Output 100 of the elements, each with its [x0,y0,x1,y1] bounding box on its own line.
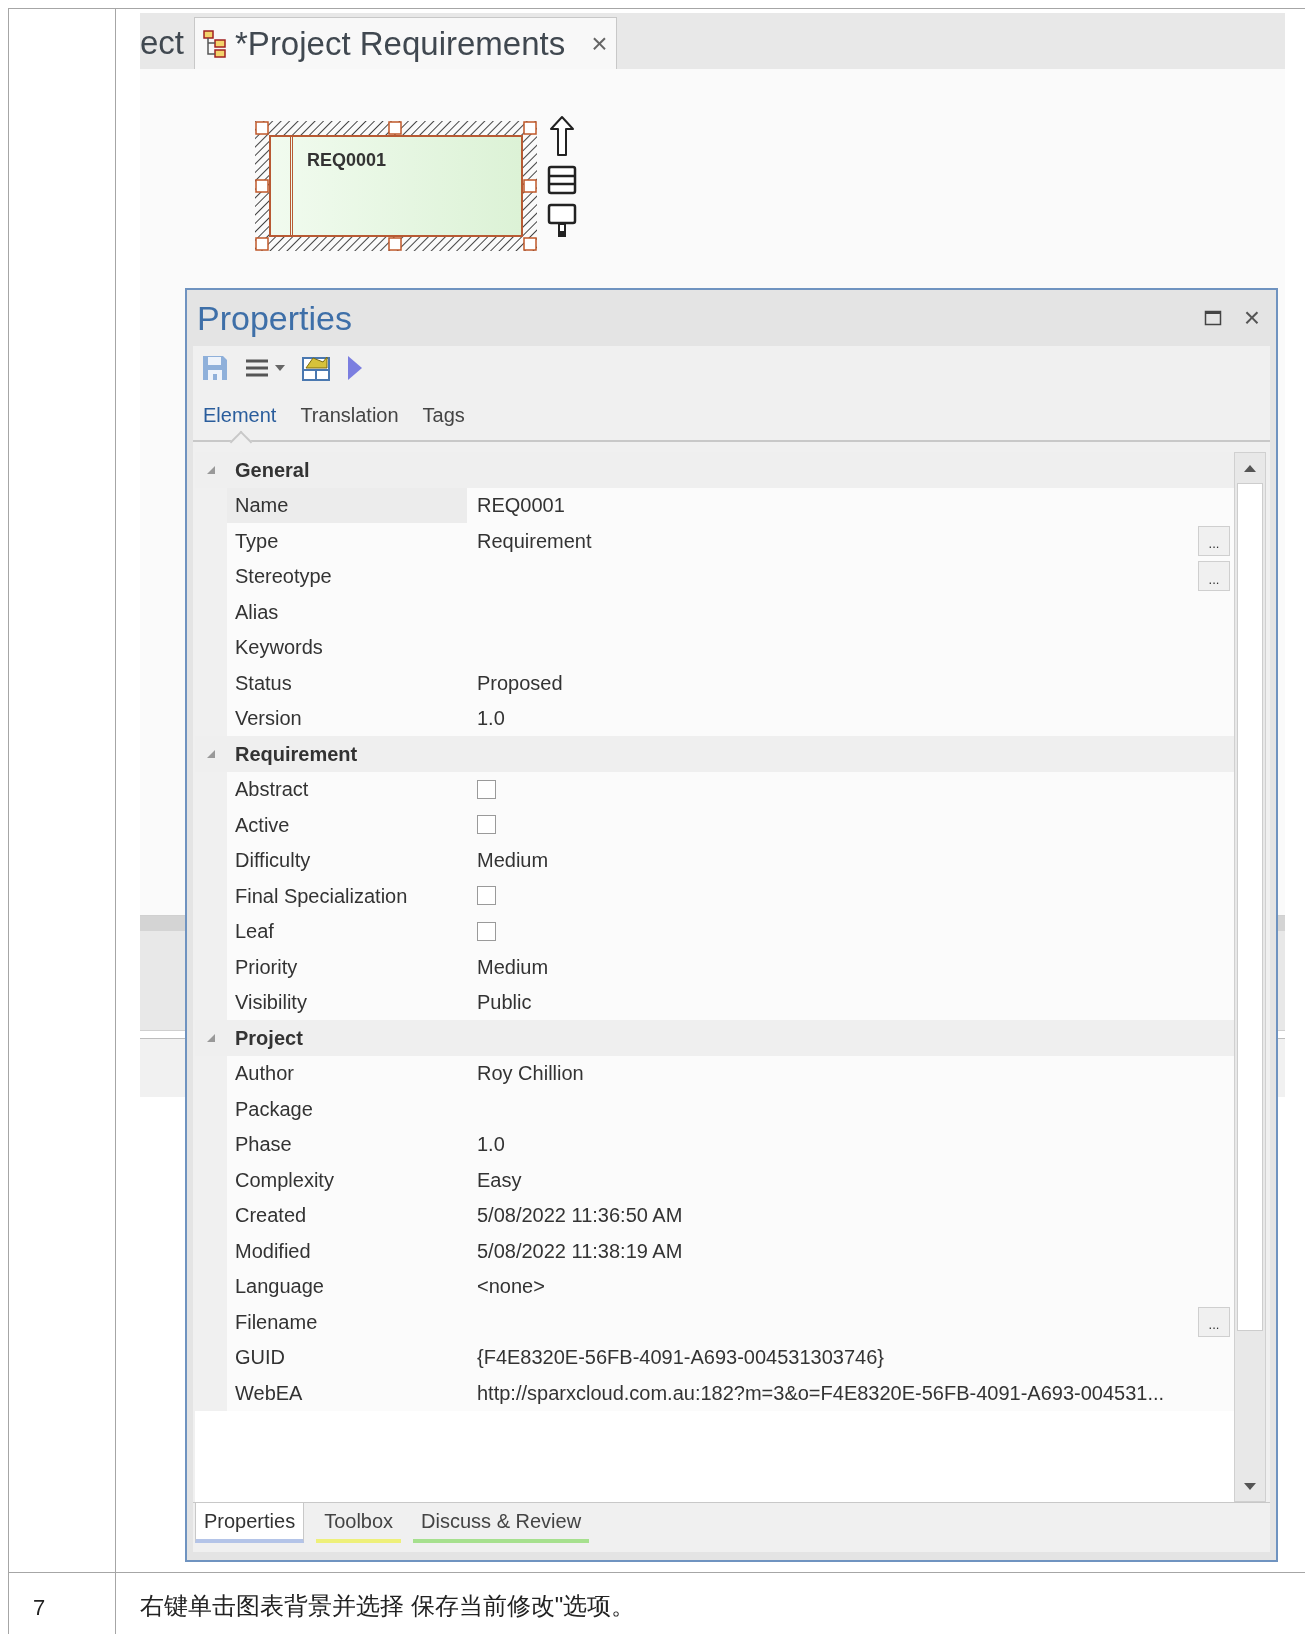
property-value: Proposed [477,670,563,696]
property-label[interactable]: Priority [227,949,467,985]
property-value: Requirement [477,528,592,554]
property-row[interactable]: Status Proposed [195,665,1234,701]
element-name: REQ0001 [306,149,387,172]
property-value: http://sparxcloud.com.au:182?m=3&o=F4E8320E-56FB-4091-A693-004531... [477,1380,1165,1406]
tab-label: ect [140,23,185,64]
property-row[interactable]: Leaf [195,913,1234,949]
panel-tab[interactable]: Translation [300,400,399,430]
property-row[interactable]: Complexity Easy [195,1162,1234,1198]
section-title: Requirement [234,741,358,767]
property-value: Roy Chillion [477,1061,584,1087]
brush-icon[interactable] [547,203,577,239]
property-value: Medium [477,954,549,980]
property-label[interactable]: Leaf [227,913,467,949]
property-label[interactable]: Difficulty [227,842,467,878]
checkbox[interactable] [477,815,496,835]
property-row[interactable]: Modified 5/08/2022 11:38:19 AM [195,1233,1234,1269]
property-value: 5/08/2022 11:38:19 AM [477,1238,683,1264]
property-row[interactable]: Visibility Public [195,984,1234,1020]
window-image-icon[interactable] [301,354,331,382]
scroll-thumb[interactable] [1237,483,1263,1331]
checkbox[interactable] [477,779,496,799]
property-row[interactable]: Created 5/08/2022 11:36:50 AM [195,1197,1234,1233]
property-row[interactable]: Package [195,1091,1234,1127]
property-row[interactable]: GUID {F4E8320E-56FB-4091-A693-004531303746} [195,1339,1234,1375]
property-row[interactable]: Keywords [195,629,1234,665]
property-row[interactable]: Filename ... [195,1304,1234,1340]
caret-icon[interactable] [275,365,285,371]
tab-label: *Project Requirements [235,23,566,64]
collapse-icon[interactable] [206,464,216,475]
property-value: {F4E8320E-56FB-4091-A693-004531303746} [477,1345,884,1371]
property-label[interactable]: Package [227,1091,467,1127]
instruction-text: 右键单击图表背景并选择 保存当前修改"选项。 [140,1591,636,1621]
ellipsis-button[interactable]: ... [1198,561,1230,592]
property-label[interactable]: Phase [227,1126,467,1162]
property-row[interactable]: WebEA http://sparxcloud.com.au:182?m=3&o=F4E8320E-56FB-4091-A693-004531... [195,1375,1234,1411]
property-row[interactable]: Language <none> [195,1268,1234,1304]
property-row[interactable]: Alias [195,594,1234,630]
section-header[interactable]: Requirement [195,736,1234,772]
property-row[interactable]: Final Specialization [195,878,1234,914]
panel-tab[interactable]: Tags [422,400,465,430]
property-row[interactable]: Difficulty Medium [195,842,1234,878]
bottom-tab[interactable]: Properties [195,1503,305,1543]
property-label[interactable]: Type [227,523,467,559]
play-icon[interactable] [347,355,363,381]
checkbox[interactable] [477,921,496,941]
property-label[interactable]: Abstract [227,771,467,807]
ellipsis-button[interactable]: ... [1198,1306,1230,1337]
ellipsis-button[interactable]: ... [1198,525,1230,556]
collapse-icon[interactable] [206,748,216,759]
up-arrow-icon[interactable] [549,115,575,157]
property-row[interactable]: Active [195,807,1234,843]
window-title: Properties [197,297,352,339]
close-icon[interactable]: × [1243,297,1260,339]
property-label[interactable]: Language [227,1268,467,1304]
property-row[interactable]: Abstract [195,771,1234,807]
property-label[interactable]: Modified [227,1233,467,1269]
property-label[interactable]: Stereotype [227,558,467,594]
property-row[interactable]: Author Roy Chillion [195,1055,1234,1091]
property-label[interactable]: Complexity [227,1162,467,1198]
property-row[interactable]: Phase 1.0 [195,1126,1234,1162]
collapse-icon[interactable] [206,1032,216,1043]
step-number: 7 [33,1594,46,1622]
section-header[interactable]: Project [195,1020,1234,1056]
bottom-tab[interactable]: Discuss & Review [413,1503,590,1543]
property-label[interactable]: Visibility [227,984,467,1020]
diagram-tab[interactable]: *Project Requirements × [194,17,617,69]
property-label[interactable]: Alias [227,594,467,630]
property-label[interactable]: Author [227,1055,467,1091]
requirement-element[interactable]: REQ0001 [269,135,523,237]
property-label[interactable]: WebEA [227,1375,467,1411]
checkbox[interactable] [477,886,496,906]
property-row[interactable]: Stereotype ... [195,558,1234,594]
property-value: 5/08/2022 11:36:50 AM [477,1203,683,1229]
menu-icon[interactable] [245,357,269,379]
property-label[interactable]: Status [227,665,467,701]
property-value: <none> [477,1274,545,1300]
property-label[interactable]: Filename [227,1304,467,1340]
section-title: Project [234,1025,303,1051]
property-label[interactable]: GUID [227,1339,467,1375]
property-label[interactable]: Created [227,1197,467,1233]
bottom-tab[interactable]: Toolbox [316,1503,402,1543]
property-row[interactable]: Type Requirement ... [195,523,1234,559]
property-row[interactable]: Name REQ0001 [195,487,1234,523]
save-icon[interactable] [201,354,229,382]
close-icon[interactable]: × [591,22,608,65]
property-label[interactable]: Final Specialization [227,878,467,914]
property-row[interactable]: Version 1.0 [195,700,1234,736]
property-row[interactable]: Priority Medium [195,949,1234,985]
scrollbar[interactable] [1234,452,1266,1502]
property-value: Medium [477,848,549,874]
section-header[interactable]: General [195,452,1234,488]
list-icon[interactable] [547,165,577,195]
property-value: 1.0 [477,1132,505,1158]
property-label[interactable]: Version [227,700,467,736]
property-label[interactable]: Name [227,487,467,523]
property-label[interactable]: Active [227,807,467,843]
property-label[interactable]: Keywords [227,629,467,665]
maximize-icon[interactable] [1203,309,1222,327]
